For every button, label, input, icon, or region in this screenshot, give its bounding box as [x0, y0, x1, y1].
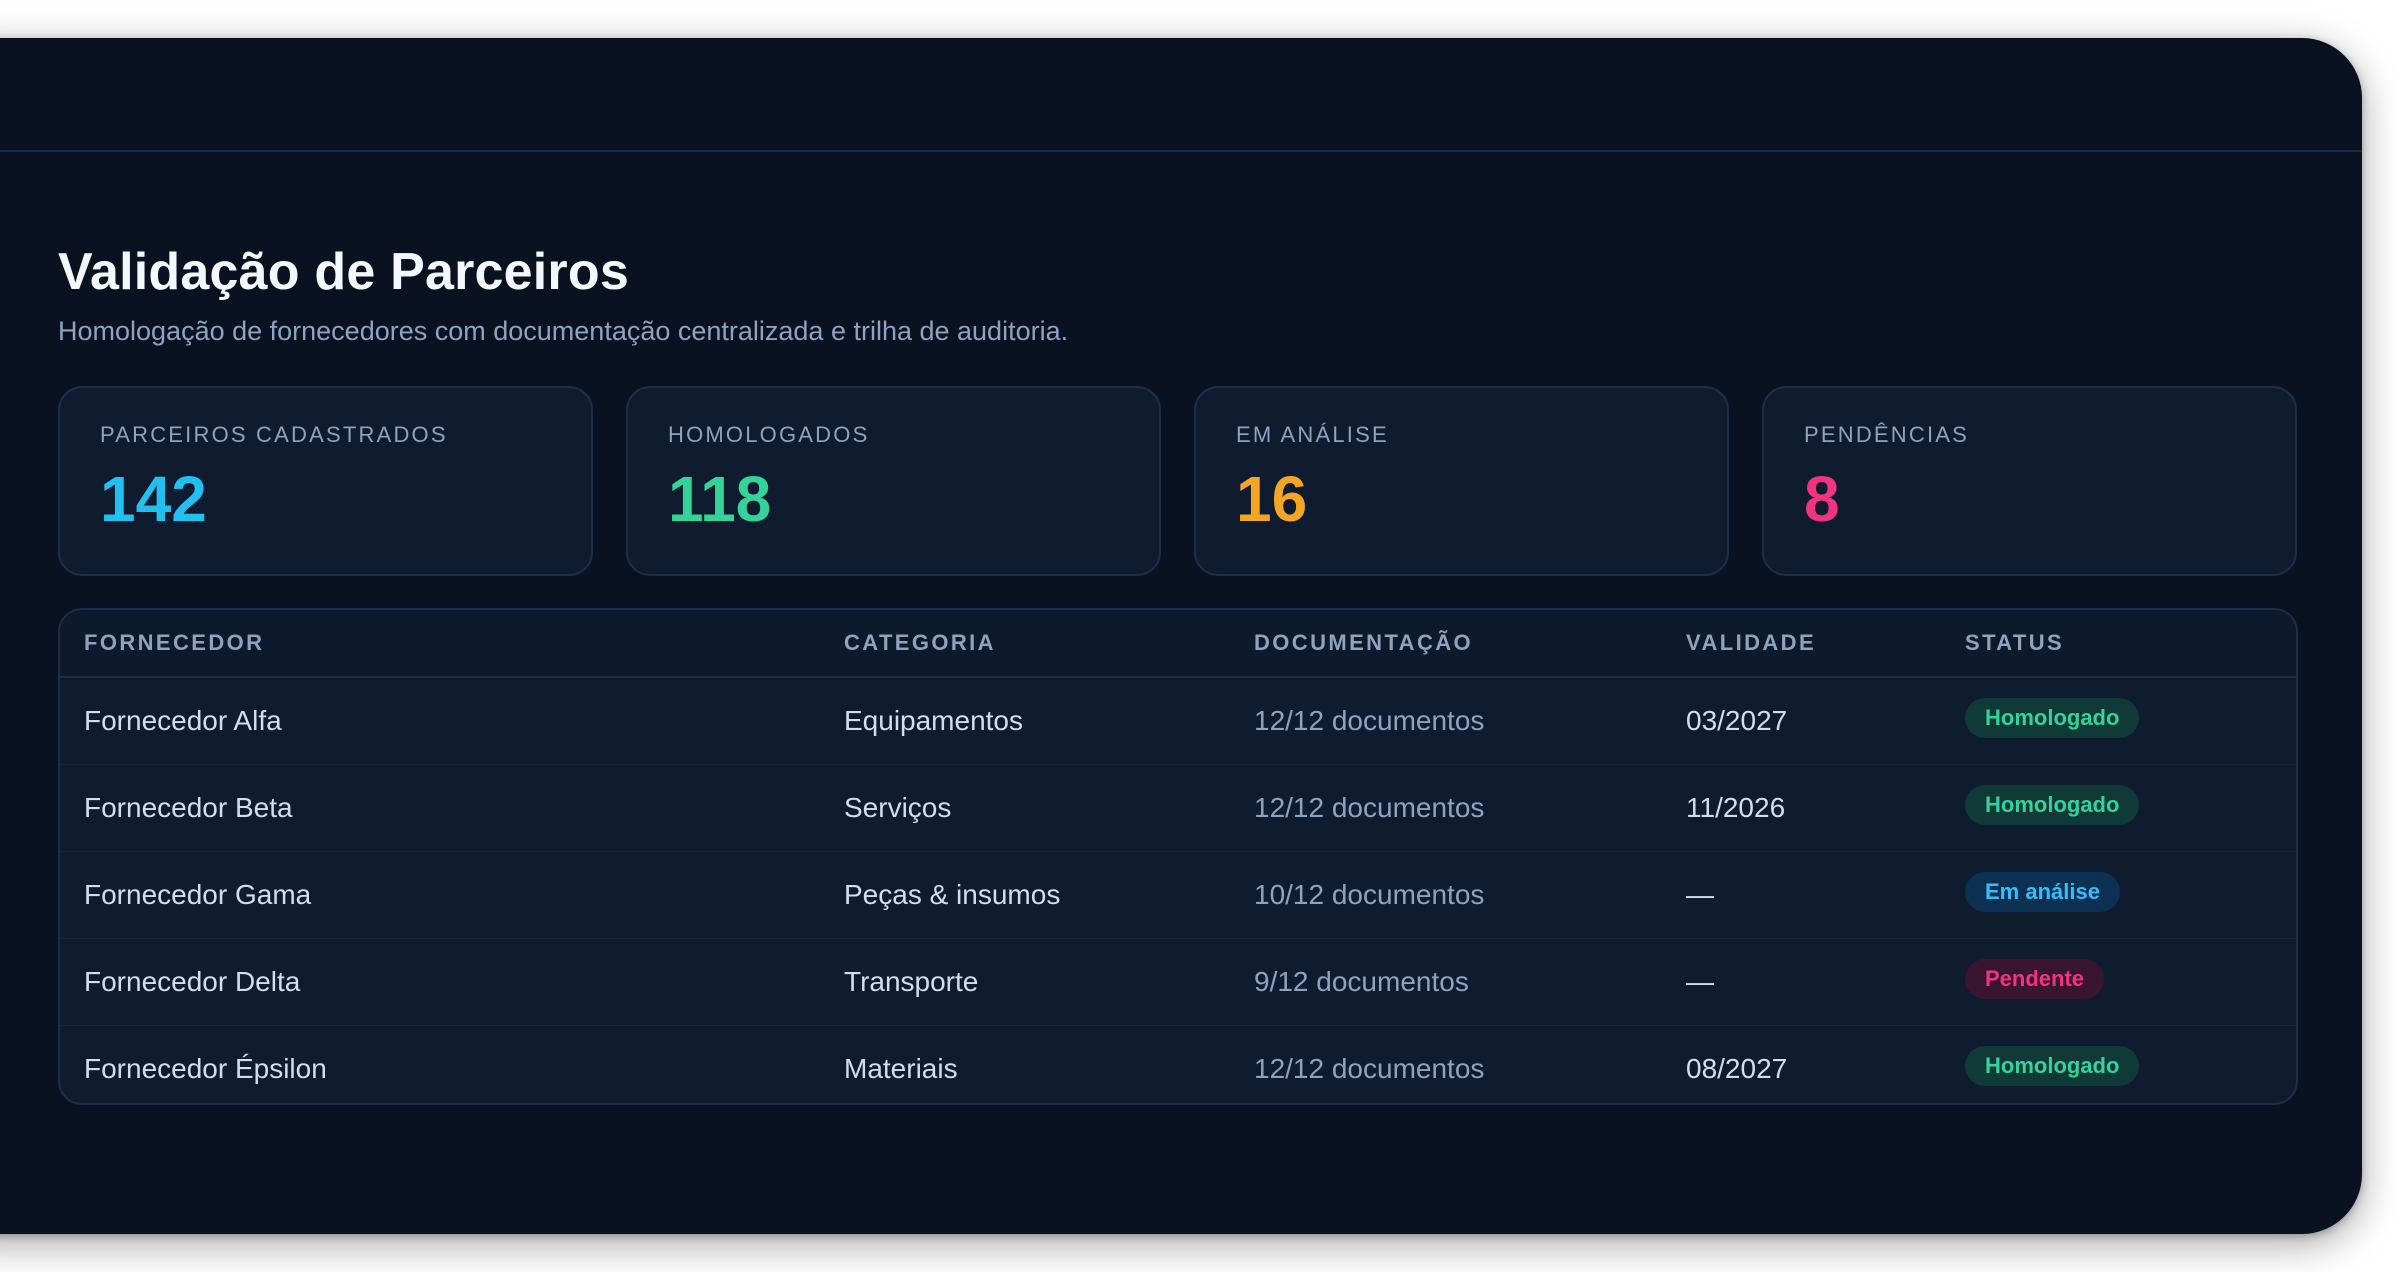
status-badge: Pendente: [1965, 959, 2105, 999]
stat-label: PENDÊNCIAS: [1804, 422, 1970, 447]
cell-status: Homologado: [1941, 785, 2296, 828]
stat-card-cadastrados: PARCEIROS CADASTRADOS 142: [58, 386, 593, 576]
cell-categoria: Transporte: [844, 966, 979, 997]
cell-documentacao: 12/12 documentos: [1254, 705, 1485, 736]
cell-categoria: Equipamentos: [844, 705, 1024, 736]
cell-status: Homologado: [1941, 698, 2296, 741]
status-badge: Homologado: [1965, 1046, 2140, 1086]
cell-documentacao: 12/12 documentos: [1254, 792, 1485, 823]
cell-status: Pendente: [1941, 959, 2296, 1002]
cell-categoria: Serviços: [844, 792, 952, 823]
status-badge: Em análise: [1965, 872, 2120, 912]
stats-grid: PARCEIROS CADASTRADOS 142 HOMOLOGADOS 11…: [58, 386, 2298, 576]
stat-label: HOMOLOGADOS: [668, 422, 870, 447]
column-header-status[interactable]: STATUS: [1941, 630, 2296, 656]
column-header-categoria[interactable]: CATEGORIA: [820, 630, 1230, 656]
table-row[interactable]: Fornecedor Beta Serviços 12/12 documento…: [60, 765, 2296, 852]
stat-value: 142: [100, 463, 207, 535]
table-header: FORNECEDOR CATEGORIA DOCUMENTAÇÃO VALIDA…: [60, 610, 2296, 678]
page-subtitle: Homologação de fornecedores com document…: [58, 316, 1069, 346]
app-window: Validação de Parceiros Homologação de fo…: [0, 38, 2362, 1234]
cell-documentacao: 10/12 documentos: [1254, 879, 1485, 910]
stat-label: EM ANÁLISE: [1236, 422, 1389, 447]
stat-label: PARCEIROS CADASTRADOS: [100, 422, 448, 447]
cell-documentacao: 12/12 documentos: [1254, 1053, 1485, 1084]
partners-table: FORNECEDOR CATEGORIA DOCUMENTAÇÃO VALIDA…: [58, 608, 2298, 1105]
cell-status: Em análise: [1941, 872, 2296, 915]
cell-categoria: Materiais: [844, 1053, 958, 1084]
cell-fornecedor: Fornecedor Épsilon: [84, 1053, 327, 1084]
column-header-fornecedor[interactable]: FORNECEDOR: [60, 630, 820, 656]
cell-validade: 08/2027: [1686, 1053, 1788, 1084]
status-badge: Homologado: [1965, 698, 2140, 738]
table-row[interactable]: Fornecedor Gama Peças & insumos 10/12 do…: [60, 852, 2296, 939]
cell-fornecedor: Fornecedor Beta: [84, 792, 293, 823]
stat-value: 118: [668, 463, 772, 535]
column-header-documentacao[interactable]: DOCUMENTAÇÃO: [1230, 630, 1662, 656]
stat-card-em-analise: EM ANÁLISE 16: [1194, 386, 1729, 576]
table-row[interactable]: Fornecedor Alfa Equipamentos 12/12 docum…: [60, 678, 2296, 765]
cell-validade: —: [1686, 966, 1714, 997]
stat-value: 16: [1236, 463, 1308, 535]
cell-fornecedor: Fornecedor Delta: [84, 966, 301, 997]
stat-card-homologados: HOMOLOGADOS 118: [626, 386, 1161, 576]
cell-validade: 11/2026: [1686, 792, 1786, 823]
column-header-validade[interactable]: VALIDADE: [1662, 630, 1941, 656]
table-row[interactable]: Fornecedor Delta Transporte 9/12 documen…: [60, 939, 2296, 1026]
page-title: Validação de Parceiros: [58, 243, 629, 301]
top-bar: [0, 38, 2362, 152]
table-row[interactable]: Fornecedor Épsilon Materiais 12/12 docum…: [60, 1026, 2296, 1103]
cell-fornecedor: Fornecedor Gama: [84, 879, 312, 910]
cell-status: Homologado: [1941, 1046, 2296, 1089]
cell-documentacao: 9/12 documentos: [1254, 966, 1469, 997]
cell-validade: —: [1686, 879, 1714, 910]
stat-value: 8: [1804, 463, 1840, 535]
stat-card-pendencias: PENDÊNCIAS 8: [1762, 386, 2297, 576]
status-badge: Homologado: [1965, 785, 2140, 825]
cell-validade: 03/2027: [1686, 705, 1788, 736]
cell-categoria: Peças & insumos: [844, 879, 1061, 910]
cell-fornecedor: Fornecedor Alfa: [84, 705, 282, 736]
